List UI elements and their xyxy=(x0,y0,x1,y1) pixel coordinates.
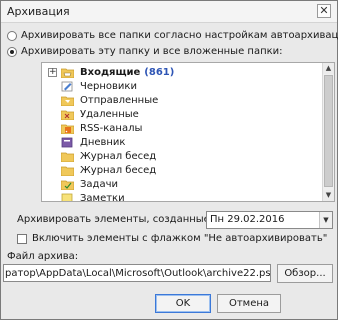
no-autoarchive-option[interactable]: Включить элементы с флажком "Не автоархи… xyxy=(17,233,327,244)
tree-item-label: Отправленные xyxy=(80,95,159,106)
tree-item-label: Журнал бесед xyxy=(80,151,157,162)
scroll-up-button[interactable]: ▲ xyxy=(323,63,334,74)
archive-date-label: Архивировать элементы, созданные до: xyxy=(17,214,230,225)
tree-item-conversation-history[interactable]: Журнал бесед xyxy=(42,164,312,177)
tree-item-sent[interactable]: Отправленные xyxy=(42,94,312,107)
cancel-button[interactable]: Отмена xyxy=(217,294,281,313)
tree-item-conversation-history[interactable]: Журнал бесед xyxy=(42,150,312,163)
archive-all-option[interactable]: Архивировать все папки согласно настройк… xyxy=(7,30,338,41)
ok-button[interactable]: OK xyxy=(155,294,211,313)
archive-file-label: Файл архива: xyxy=(7,251,79,262)
tree-item-label: Дневник xyxy=(80,137,126,148)
archive-all-label: Архивировать все папки согласно настройк… xyxy=(21,30,338,41)
archive-file-path-input[interactable]: ратор\AppData\Local\Microsoft\Outlook\ar… xyxy=(3,264,271,282)
rss-icon xyxy=(61,123,74,134)
scroll-down-button[interactable]: ▼ xyxy=(323,190,334,201)
journal-icon xyxy=(61,137,74,148)
close-button[interactable]: ✕ xyxy=(317,4,331,18)
tree-item-drafts[interactable]: Черновики xyxy=(42,80,312,93)
tree-item-label: Удаленные xyxy=(80,109,139,120)
tree-item-label: RSS-каналы xyxy=(80,123,143,134)
dialog-title: Архивация xyxy=(7,5,70,18)
tree-item-label: Входящие xyxy=(80,67,141,78)
tree-item-tasks[interactable]: Задачи xyxy=(42,178,312,191)
archive-date-select[interactable]: Пн 29.02.2016 ▼ xyxy=(206,211,333,229)
archive-all-radio[interactable] xyxy=(7,30,17,41)
chevron-down-icon[interactable]: ▼ xyxy=(319,212,332,228)
folder-icon xyxy=(61,165,74,176)
tree-item-label: Заметки xyxy=(80,193,125,202)
no-autoarchive-label: Включить элементы с флажком "Не автоархи… xyxy=(32,233,328,244)
inbox-folder-icon xyxy=(61,67,74,78)
archive-file-path: ратор\AppData\Local\Microsoft\Outlook\ar… xyxy=(5,268,271,279)
no-autoarchive-checkbox[interactable] xyxy=(17,233,27,244)
tree-item-label: Задачи xyxy=(80,179,118,190)
archive-folder-option[interactable]: Архивировать эту папку и все вложенные п… xyxy=(7,46,283,57)
sent-icon xyxy=(61,95,74,106)
archive-folder-radio[interactable] xyxy=(7,46,17,57)
deleted-icon xyxy=(61,109,74,120)
unread-count: (861) xyxy=(144,67,175,78)
close-icon: ✕ xyxy=(319,4,329,17)
drafts-icon xyxy=(61,81,74,92)
notes-icon xyxy=(61,193,74,201)
tasks-icon xyxy=(61,179,74,190)
tree-item-rss[interactable]: RSS-каналы xyxy=(42,122,312,135)
scroll-thumb[interactable] xyxy=(324,75,333,187)
folder-tree[interactable]: + Входящие(861) Черновики Отправленные xyxy=(41,62,335,202)
tree-item-inbox[interactable]: + Входящие (861) xyxy=(42,66,312,79)
tree-item-journal[interactable]: Дневник xyxy=(42,136,312,149)
tree-scrollbar[interactable]: ▲ ▼ xyxy=(322,63,334,201)
archive-date-value: Пн 29.02.2016 xyxy=(210,214,285,225)
archive-dialog: Архивация ✕ Архивировать все папки согла… xyxy=(0,0,338,320)
expand-toggle[interactable]: + xyxy=(48,68,57,77)
archive-folder-label: Архивировать эту папку и все вложенные п… xyxy=(21,46,283,57)
folder-icon xyxy=(61,151,74,162)
tree-item-label: Журнал бесед xyxy=(80,165,157,176)
title-bar: Архивация ✕ xyxy=(1,1,337,23)
tree-item-label: Черновики xyxy=(80,81,137,92)
browse-button[interactable]: Обзор... xyxy=(277,264,333,283)
tree-item-notes[interactable]: Заметки xyxy=(42,192,312,202)
tree-item-deleted[interactable]: Удаленные xyxy=(42,108,312,121)
